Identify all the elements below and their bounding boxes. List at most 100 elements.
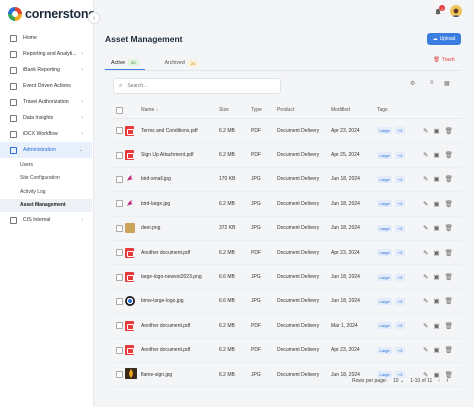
table-row[interactable]: Another document.pdf 6.2 MB PDF Document De… [113, 314, 462, 339]
delete-icon[interactable]: 🗑 [445, 224, 453, 232]
table-row[interactable]: Another document.pdf 6.2 MB PDF Document De… [113, 339, 462, 363]
row-checkbox[interactable] [115, 127, 123, 135]
file-name[interactable]: bird-large.jpg [141, 201, 219, 207]
delete-icon[interactable]: 🗑 [445, 127, 453, 135]
edit-icon[interactable]: ✎ [423, 175, 428, 183]
sidebar-collapse-button[interactable]: ‹ [88, 12, 100, 24]
archive-icon[interactable]: ▣ [433, 200, 439, 208]
row-checkbox[interactable] [115, 371, 123, 379]
table-row[interactable]: bird-small.jpg 170 KB JPG Document Delivery… [113, 168, 462, 193]
file-name[interactable]: deer.png [141, 225, 219, 231]
file-name[interactable]: flame-sign.jpg [141, 372, 219, 378]
row-checkbox[interactable] [115, 346, 123, 354]
select-all-checkbox[interactable] [115, 106, 123, 114]
table-row[interactable]: bmw-large-logo.jpg 6.6 MB JPG Document Deli… [113, 290, 462, 315]
sidebar-item-home[interactable]: Home [0, 30, 92, 46]
table-row[interactable]: Terms and Conditions.pdf 6.2 MB PDF Documen… [113, 119, 462, 144]
more-tags-badge[interactable]: +3 [395, 322, 405, 330]
archive-icon[interactable]: ▣ [433, 273, 439, 281]
row-checkbox[interactable] [115, 249, 123, 257]
avatar[interactable] [450, 5, 462, 17]
table-row[interactable]: Sign Up Attachment.pdf 6.2 MB PDF Document … [113, 143, 462, 168]
more-tags-badge[interactable]: +3 [395, 346, 405, 354]
sidebar-item-ibank-reporting[interactable]: iBank Reporting › [0, 62, 92, 78]
edit-icon[interactable]: ✎ [423, 273, 428, 281]
archive-icon[interactable]: ▣ [433, 346, 439, 354]
edit-icon[interactable]: ✎ [423, 297, 428, 305]
archive-icon[interactable]: ▣ [433, 322, 439, 330]
sidebar-item-event-driven-actions[interactable]: Event Driven Actions [0, 78, 92, 94]
file-name[interactable]: Another document.pdf [141, 323, 219, 329]
trash-button[interactable]: 🗑 Trash [433, 57, 455, 63]
file-name[interactable]: Another document.pdf [141, 250, 219, 256]
edit-icon[interactable]: ✎ [423, 151, 428, 159]
delete-icon[interactable]: 🗑 [445, 346, 453, 354]
prev-page-icon[interactable]: ‹ [438, 378, 440, 384]
column-product[interactable]: Product [277, 107, 331, 113]
more-tags-badge[interactable]: +3 [395, 224, 405, 232]
column-modified[interactable]: Modified [331, 107, 377, 113]
archive-icon[interactable]: ▣ [433, 249, 439, 257]
search-input[interactable] [125, 82, 270, 90]
archive-icon[interactable]: ▣ [433, 175, 439, 183]
sidebar-subitem-asset-management[interactable]: Asset Management [0, 198, 92, 212]
more-tags-badge[interactable]: +3 [395, 249, 405, 257]
delete-icon[interactable]: 🗑 [445, 273, 453, 281]
sidebar-item-idcx-workflow[interactable]: iDCX Workflow › [0, 126, 92, 142]
delete-icon[interactable]: 🗑 [445, 249, 453, 257]
sidebar-subitem-users[interactable]: Users [0, 158, 92, 172]
more-tags-badge[interactable]: +3 [395, 175, 405, 183]
delete-icon[interactable]: 🗑 [445, 322, 453, 330]
delete-icon[interactable]: 🗑 [445, 151, 453, 159]
archive-icon[interactable]: ▣ [433, 127, 439, 135]
row-checkbox[interactable] [115, 175, 123, 183]
row-checkbox[interactable] [115, 322, 123, 330]
sidebar-item-reporting-and-analyti[interactable]: Reporting and Analyti... › [0, 46, 92, 62]
sidebar-item-data-insights[interactable]: Data Insights › [0, 110, 92, 126]
archive-icon[interactable]: ▣ [433, 151, 439, 159]
table-row[interactable]: deer.png 372 KB JPG Document Delivery Jun 18… [113, 217, 462, 241]
table-row[interactable]: bird-large.jpg 6.2 MB JPG Document Delivery… [113, 192, 462, 217]
row-checkbox[interactable] [115, 273, 123, 281]
sidebar-item-travel-authorization[interactable]: Travel Authorization › [0, 94, 92, 110]
sidebar-subitem-site-configuration[interactable]: Site Configuration [0, 172, 92, 186]
archive-icon[interactable]: ▣ [433, 224, 439, 232]
file-name[interactable]: Another document.pdf [141, 347, 219, 353]
row-checkbox[interactable] [115, 200, 123, 208]
more-tags-badge[interactable]: +3 [395, 297, 405, 305]
grid-view-icon[interactable]: ▦ [444, 80, 450, 87]
row-checkbox[interactable] [115, 151, 123, 159]
file-name[interactable]: Terms and Conditions.pdf [141, 128, 219, 134]
delete-icon[interactable]: 🗑 [445, 175, 453, 183]
edit-icon[interactable]: ✎ [423, 249, 428, 257]
more-tags-badge[interactable]: +3 [395, 200, 405, 208]
file-name[interactable]: bird-small.jpg [141, 176, 219, 182]
file-name[interactable]: large-logo-newest2023.png [141, 274, 219, 280]
archive-icon[interactable]: ▣ [433, 297, 439, 305]
rows-per-page-select[interactable]: 10 ⌄ [393, 378, 404, 384]
tab-archived[interactable]: Archived 24 [159, 56, 205, 70]
table-row[interactable]: large-logo-newest2023.png 6.6 MB JPG Docume… [113, 265, 462, 290]
file-name[interactable]: Sign Up Attachment.pdf [141, 152, 219, 158]
row-checkbox[interactable] [115, 224, 123, 232]
edit-icon[interactable]: ✎ [423, 322, 428, 330]
filter-settings-icon[interactable]: ⚙ [410, 80, 415, 87]
upload-button[interactable]: ☁ Upload [427, 33, 461, 45]
more-tags-badge[interactable]: +3 [395, 151, 405, 159]
row-checkbox[interactable] [115, 297, 123, 305]
file-name[interactable]: bmw-large-logo.jpg [141, 298, 219, 304]
column-size[interactable]: Size [219, 107, 251, 113]
sidebar-item-administration[interactable]: Administration ⌄ [0, 142, 92, 158]
table-row[interactable]: Another document.pdf 6.2 MB PDF Document De… [113, 241, 462, 266]
delete-icon[interactable]: 🗑 [445, 297, 453, 305]
sidebar-item-cis-internal[interactable]: CIS Internal › [0, 212, 92, 228]
edit-icon[interactable]: ✎ [423, 200, 428, 208]
column-type[interactable]: Type [251, 107, 277, 113]
next-page-icon[interactable]: › [446, 378, 448, 384]
more-tags-badge[interactable]: +3 [395, 273, 405, 281]
delete-icon[interactable]: 🗑 [445, 200, 453, 208]
edit-icon[interactable]: ✎ [423, 346, 428, 354]
column-name[interactable]: Name ↓ [141, 107, 219, 113]
edit-icon[interactable]: ✎ [423, 127, 428, 135]
more-tags-badge[interactable]: +3 [395, 127, 405, 135]
